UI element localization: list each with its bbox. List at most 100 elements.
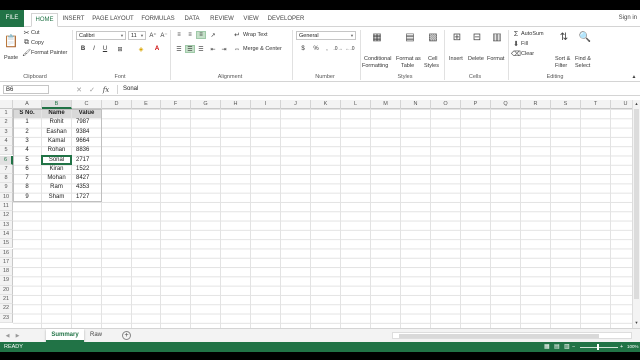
zoom-level[interactable]: 100% [627,342,639,352]
column-header-e[interactable]: E [132,100,161,109]
conditional-formatting-label[interactable]: Conditional [364,56,392,62]
zoom-in-icon[interactable]: + [620,342,623,352]
font-size-select[interactable]: 11 ▼ [128,31,146,40]
column-header-t[interactable]: T [581,100,611,109]
row-header-22[interactable]: 22 [0,304,13,314]
column-header-g[interactable]: G [191,100,221,109]
column-header-b[interactable]: B [42,100,72,109]
vertical-scroll-thumb[interactable] [634,109,639,299]
copy-button[interactable]: Copy [31,40,44,46]
find-select-label-2[interactable]: Select [575,63,590,69]
column-header-d[interactable]: D [102,100,132,109]
italic-button[interactable]: I [89,45,99,53]
insert-function-button[interactable]: fx [101,86,111,94]
tab-review[interactable]: REVIEW [208,13,236,27]
add-sheet-icon[interactable]: + [122,331,131,340]
column-header-u[interactable]: U [611,100,632,109]
next-sheet-icon[interactable]: ▶ [14,332,21,339]
number-format-select[interactable]: General ▼ [296,31,356,40]
align-left-icon[interactable]: ☰ [174,45,184,53]
find-select-icon[interactable]: 🔍 [578,30,592,44]
conditional-formatting-icon[interactable]: ▦ [370,30,384,44]
row-header-21[interactable]: 21 [0,295,13,305]
fill-color-icon[interactable]: ◈ [136,45,146,53]
normal-view-icon[interactable]: ▦ [544,342,550,352]
page-break-view-icon[interactable]: ▥ [564,342,570,352]
format-cells-icon[interactable]: ▥ [490,30,504,44]
column-header-q[interactable]: Q [491,100,521,109]
row-header-6[interactable]: 6 [0,155,13,165]
row-header-7[interactable]: 7 [0,164,13,175]
tab-data[interactable]: DATA [180,13,204,27]
column-header-n[interactable]: N [401,100,431,109]
row-header-10[interactable]: 10 [0,192,13,202]
page-layout-view-icon[interactable]: ▤ [554,342,560,352]
insert-cells-button[interactable]: Insert [449,56,463,62]
autosum-button[interactable]: AutoSum [521,31,544,37]
paste-icon[interactable]: 📋 [4,33,19,49]
tab-developer[interactable]: DEVELOPER [266,13,306,27]
name-box[interactable]: B6 [3,85,49,94]
select-all-corner[interactable] [0,100,13,109]
format-as-table-icon[interactable]: ▤ [403,30,417,44]
sheet-tab-summary[interactable]: Summary [46,329,84,342]
decrease-decimal-icon[interactable]: ←.0 [345,45,355,53]
row-header-14[interactable]: 14 [0,229,13,240]
format-painter-icon[interactable]: 🖌 [22,49,31,57]
scroll-up-icon[interactable]: ▲ [633,100,640,107]
format-painter-button[interactable]: Format Painter [31,50,67,56]
vertical-scrollbar[interactable]: ▲ ▼ [632,100,640,328]
merge-center-button[interactable]: Merge & Center [243,46,282,52]
orientation-icon[interactable]: ↗ [208,31,218,39]
scroll-down-icon[interactable]: ▼ [633,319,640,326]
tab-view[interactable]: VIEW [240,13,262,27]
formula-input[interactable]: Sonal [117,85,635,94]
sort-filter-label-2[interactable]: Filter [555,63,567,69]
sheet-tab-raw[interactable]: Raw [86,329,106,342]
row-header-2[interactable]: 2 [0,118,13,128]
bold-button[interactable]: B [78,45,88,53]
conditional-formatting-label-2[interactable]: Formatting [362,63,388,69]
percent-button[interactable]: % [311,45,321,53]
paste-label[interactable]: Paste [4,55,18,61]
tab-insert[interactable]: INSERT [61,13,86,27]
align-bottom-icon[interactable]: ≡ [196,31,206,39]
confirm-entry-icon[interactable]: ✓ [88,86,96,94]
prev-sheet-icon[interactable]: ◀ [4,332,11,339]
column-header-l[interactable]: L [341,100,371,109]
decrease-indent-icon[interactable]: ⇤ [208,45,218,53]
cell-styles-label[interactable]: Cell [428,56,437,62]
zoom-out-icon[interactable]: − [572,342,575,352]
find-select-label[interactable]: Find & [575,56,591,62]
zoom-slider-thumb[interactable] [597,344,599,350]
row-header-18[interactable]: 18 [0,267,13,277]
format-as-table-label[interactable]: Format as [396,56,421,62]
comma-button[interactable]: , [322,45,332,53]
wrap-text-icon[interactable]: ↵ [233,31,241,39]
cell-styles-label-2[interactable]: Styles [424,63,439,69]
row-header-19[interactable]: 19 [0,276,13,286]
tab-formulas[interactable]: FORMULAS [140,13,176,27]
horizontal-scrollbar[interactable] [392,332,632,339]
sort-filter-icon[interactable]: ⇅ [557,30,571,44]
increase-decimal-icon[interactable]: .0→ [333,45,343,53]
font-name-select[interactable]: Calibri ▼ [76,31,126,40]
row-header-15[interactable]: 15 [0,239,13,249]
row-header-5[interactable]: 5 [0,146,13,156]
clear-button[interactable]: Clear [521,51,534,57]
align-right-icon[interactable]: ☰ [196,45,206,53]
align-top-icon[interactable]: ≡ [174,31,184,39]
format-as-table-label-2[interactable]: Table [401,63,414,69]
tab-file[interactable]: FILE [0,10,24,27]
align-center-icon[interactable]: ☰ [185,45,195,53]
increase-indent-icon[interactable]: ⇥ [219,45,229,53]
column-header-a[interactable]: A [13,100,42,109]
fill-icon[interactable]: ⬇ [512,40,520,48]
spreadsheet-grid[interactable]: ABCDEFGHIJKLMNOPQRSTU 1 2 3 4 5 6 7 8 9 10 11 12 13 1… [0,100,632,328]
insert-cells-icon[interactable]: ⊞ [450,30,464,44]
row-header-13[interactable]: 13 [0,220,13,230]
sort-filter-label[interactable]: Sort & [555,56,570,62]
fill-button[interactable]: Fill [521,41,528,47]
delete-cells-button[interactable]: Delete [468,56,484,62]
underline-button[interactable]: U [100,45,110,53]
